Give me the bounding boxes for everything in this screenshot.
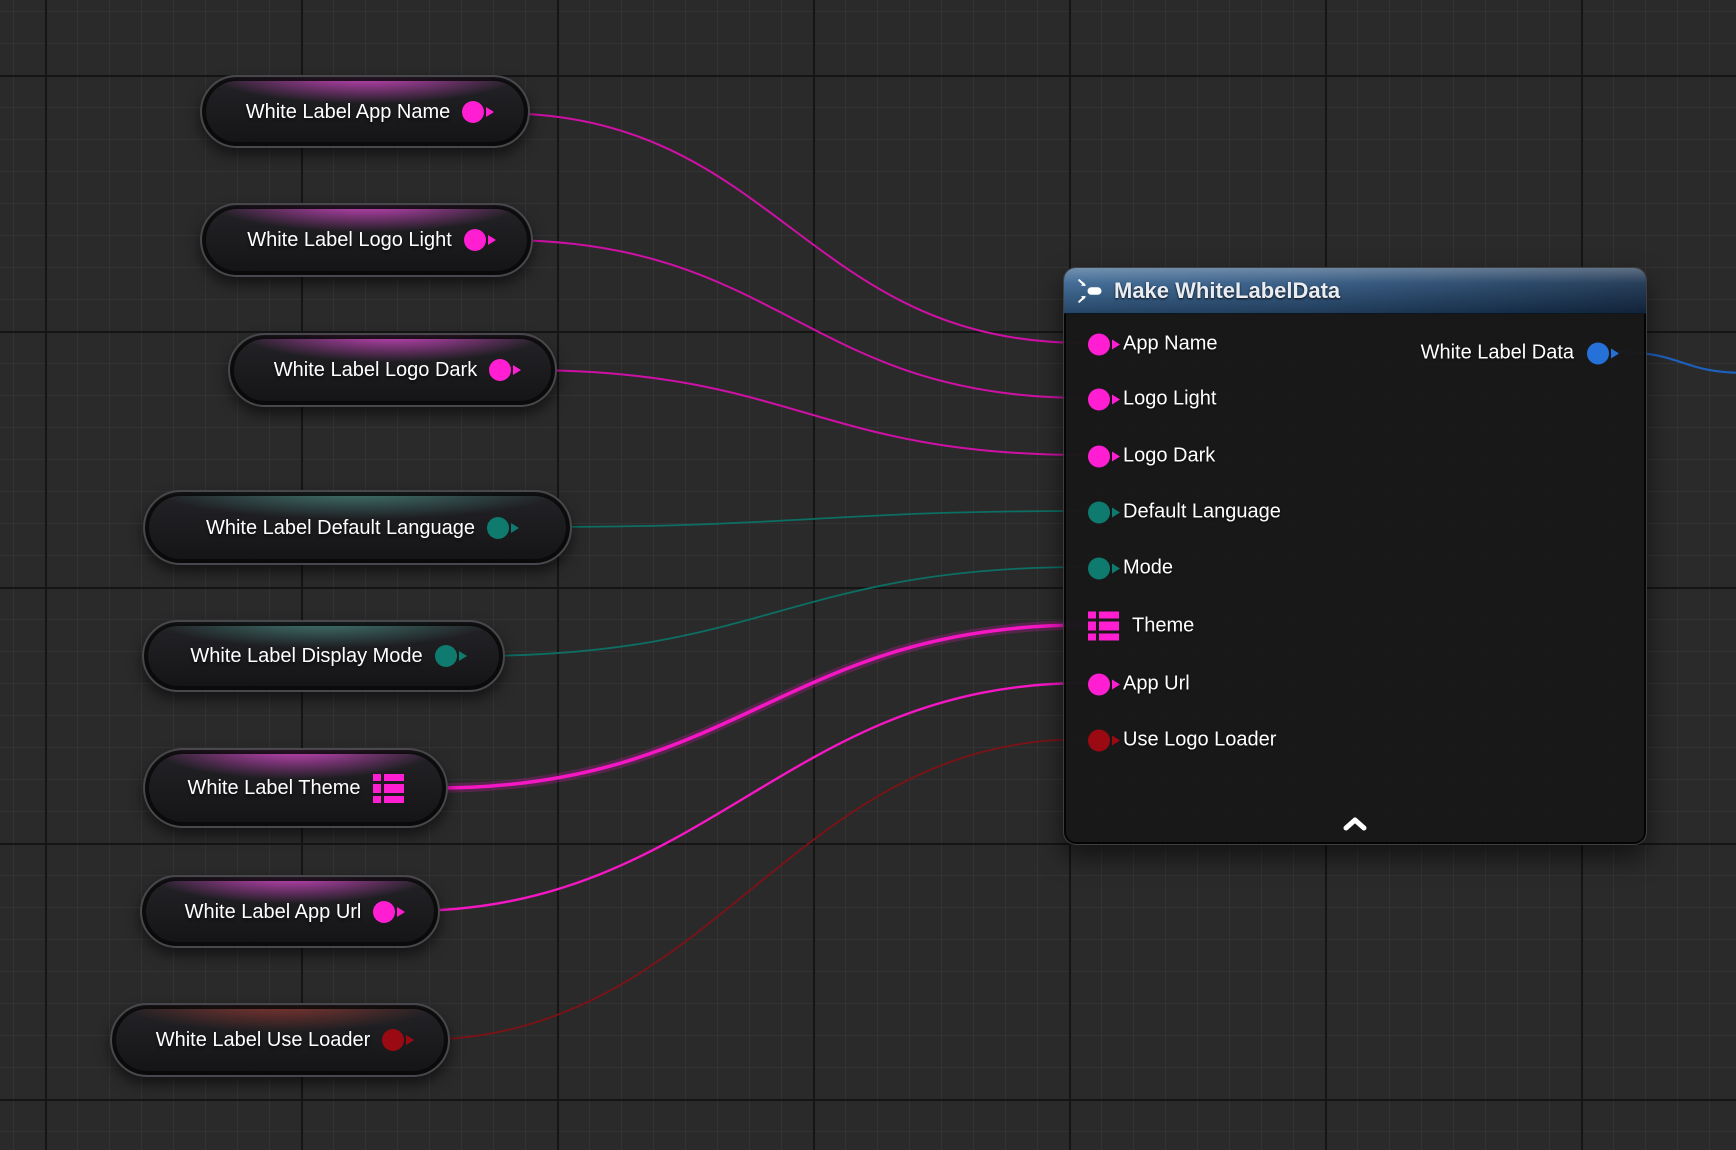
make-input-row-use-logo-loader: Use Logo Loader (1088, 729, 1276, 752)
input-pin-label: App Url (1123, 673, 1190, 696)
getter-node-label: White Label Theme (187, 778, 360, 798)
getter-node-logo-dark[interactable]: White Label Logo Dark (228, 333, 557, 407)
output-pin-app-url[interactable] (373, 901, 395, 923)
collapse-node-button[interactable] (1327, 813, 1383, 839)
input-pin-label: App Name (1123, 333, 1218, 356)
blueprint-graph-canvas[interactable]: White Label App Name White Label Logo Lig… (0, 0, 1736, 1150)
make-node-title: Make WhiteLabelData (1114, 278, 1340, 304)
output-pin-theme-struct-pin-icon[interactable] (373, 774, 404, 803)
output-pin-label: White Label Data (1421, 342, 1574, 365)
getter-node-label: White Label App Url (185, 902, 362, 922)
getter-node-label: White Label Logo Dark (274, 360, 477, 380)
make-struct-icon (1077, 278, 1103, 304)
wire-app-name[interactable] (497, 113, 1085, 343)
getter-node-label: White Label Display Mode (190, 646, 422, 666)
output-pin-app-name[interactable] (462, 101, 484, 123)
output-pin-use-loader[interactable] (382, 1029, 404, 1051)
input-pin-logo-light[interactable] (1088, 388, 1110, 410)
wire-logo-dark[interactable] (524, 370, 1085, 455)
getter-node-label: White Label Use Loader (156, 1030, 371, 1050)
make-input-row-theme: Theme (1088, 612, 1194, 641)
wire-default-language[interactable] (539, 511, 1085, 527)
wire-theme[interactable] (437, 625, 1085, 788)
output-pin-logo-light[interactable] (464, 229, 486, 251)
make-whitelabeldata-node[interactable]: Make WhiteLabelData App Name Logo Light Lo… (1063, 267, 1647, 845)
output-pin-default-language[interactable] (487, 517, 509, 539)
getter-node-display-mode[interactable]: White Label Display Mode (142, 620, 505, 692)
getter-node-label: White Label App Name (246, 102, 451, 122)
getter-node-app-name[interactable]: White Label App Name (200, 75, 530, 148)
make-input-row-logo-light: Logo Light (1088, 388, 1216, 411)
wire-display-mode[interactable] (472, 567, 1085, 656)
output-pin-logo-dark[interactable] (489, 359, 511, 381)
input-pin-logo-dark[interactable] (1088, 445, 1110, 467)
getter-node-theme[interactable]: White Label Theme (143, 748, 448, 828)
make-input-row-app-name: App Name (1088, 333, 1218, 356)
getter-node-default-language[interactable]: White Label Default Language (143, 490, 572, 565)
getter-node-app-url[interactable]: White Label App Url (140, 875, 440, 948)
output-pin-display-mode[interactable] (435, 645, 457, 667)
input-pin-label: Mode (1123, 557, 1173, 580)
getter-node-label: White Label Logo Light (247, 230, 452, 250)
make-input-row-mode: Mode (1088, 557, 1173, 580)
input-pin-app-name[interactable] (1088, 333, 1110, 355)
getter-node-label: White Label Default Language (206, 518, 475, 538)
input-pin-mode[interactable] (1088, 557, 1110, 579)
input-pin-label: Theme (1132, 615, 1194, 638)
input-pin-use-logo-loader[interactable] (1088, 729, 1110, 751)
input-pin-theme-struct-pin-icon[interactable] (1088, 612, 1119, 641)
chevron-up-icon (1338, 816, 1372, 837)
output-pin-white-label-data[interactable] (1587, 342, 1609, 364)
input-pin-app-url[interactable] (1088, 673, 1110, 695)
wire-logo-light[interactable] (502, 240, 1085, 398)
make-node-header: Make WhiteLabelData (1064, 268, 1646, 314)
make-node-output-row: White Label Data (1421, 342, 1609, 365)
getter-node-logo-light[interactable]: White Label Logo Light (200, 203, 533, 277)
input-pin-default-language[interactable] (1088, 501, 1110, 523)
getter-node-use-loader[interactable]: White Label Use Loader (110, 1003, 450, 1077)
input-pin-label: Logo Dark (1123, 445, 1215, 468)
make-input-row-app-url: App Url (1088, 673, 1190, 696)
make-input-row-default-language: Default Language (1088, 501, 1281, 524)
input-pin-label: Use Logo Loader (1123, 729, 1276, 752)
input-pin-label: Logo Light (1123, 388, 1216, 411)
input-pin-label: Default Language (1123, 501, 1281, 524)
make-input-row-logo-dark: Logo Dark (1088, 445, 1215, 468)
